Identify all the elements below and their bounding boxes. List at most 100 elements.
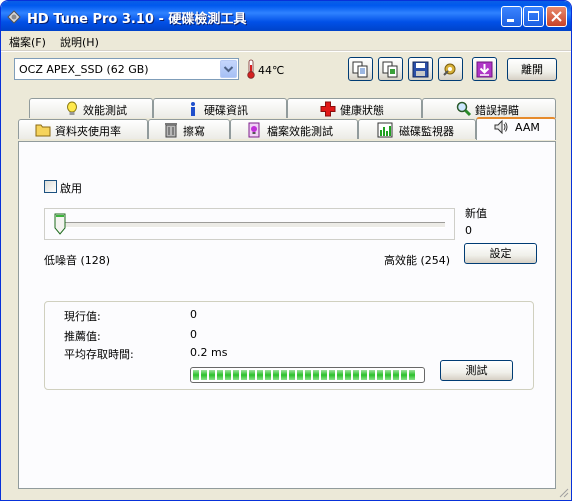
title-bar[interactable]: HD Tune Pro 3.10 - 硬碟檢測工具 <box>1 1 571 31</box>
maximize-button[interactable] <box>523 6 544 27</box>
progress-segment <box>217 370 223 380</box>
tab-disk-monitor[interactable]: 磁碟監視器 <box>358 119 476 139</box>
progress-segment <box>313 370 319 380</box>
tab-file-benchmark[interactable]: 檔案效能測試 <box>230 119 358 139</box>
progress-segment <box>401 370 407 380</box>
access-time-label: 平均存取時間: <box>64 348 134 361</box>
tab-folder-usage[interactable]: 資料夾使用率 <box>18 119 148 139</box>
progress-segment <box>225 370 231 380</box>
chevron-down-icon <box>223 66 234 73</box>
progress-fill <box>193 370 422 380</box>
new-value-label: 新值 <box>465 207 487 220</box>
tab-aam[interactable]: AAM <box>476 117 556 140</box>
monitor-chart-icon <box>377 122 393 138</box>
set-button[interactable]: 設定 <box>464 243 537 264</box>
progress-segment <box>289 370 295 380</box>
tab-strip: 效能測試 硬碟資訊 健康狀態 錯誤掃瞄 資料夾使用率 擦寫 檔案效能測試 磁碟監… <box>18 98 556 142</box>
enable-label: 啟用 <box>60 182 82 195</box>
save-button[interactable] <box>408 57 433 81</box>
drive-select[interactable]: OCZ APEX_SSD (62 GB) <box>14 58 239 80</box>
speaker-icon <box>494 119 508 135</box>
exit-button[interactable]: 離開 <box>507 58 557 81</box>
tab-benchmark[interactable]: 效能測試 <box>29 98 153 118</box>
progress-segment <box>361 370 367 380</box>
copy-all-button[interactable] <box>378 57 403 81</box>
progress-segment <box>353 370 359 380</box>
thermometer-icon <box>247 59 255 79</box>
slider-track <box>55 222 445 228</box>
copy-button[interactable] <box>348 57 373 81</box>
download-button[interactable] <box>472 57 497 81</box>
progress-segment <box>257 370 263 380</box>
menu-bar: 檔案(F) 說明(H) <box>1 31 571 51</box>
progress-segment <box>393 370 399 380</box>
lightbulb-icon <box>67 101 77 115</box>
tab-error-scan-label: 錯誤掃瞄 <box>475 104 519 117</box>
menu-file[interactable]: 檔案(F) <box>9 34 46 50</box>
app-icon <box>7 10 21 24</box>
progress-segment <box>265 370 271 380</box>
file-benchmark-icon <box>248 122 260 138</box>
current-value: 0 <box>190 308 197 321</box>
tab-info-label: 硬碟資訊 <box>204 104 248 117</box>
progress-segment <box>273 370 279 380</box>
progress-segment <box>233 370 239 380</box>
health-cross-icon <box>320 101 336 117</box>
progress-segment <box>321 370 327 380</box>
menu-help[interactable]: 說明(H) <box>60 34 99 50</box>
recommended-value: 0 <box>190 328 197 341</box>
test-progress-bar <box>190 367 425 383</box>
tab-error-scan[interactable]: 錯誤掃瞄 <box>422 98 556 118</box>
high-performance-label: 高效能 (254) <box>384 254 451 267</box>
progress-segment <box>297 370 303 380</box>
progress-segment <box>305 370 311 380</box>
resize-grip-icon[interactable] <box>557 486 569 498</box>
tab-benchmark-label: 效能測試 <box>83 104 127 117</box>
menu-divider <box>1 51 571 52</box>
enable-checkbox[interactable] <box>44 180 57 193</box>
close-button[interactable] <box>546 6 567 27</box>
minimize-icon <box>507 19 514 22</box>
progress-segment <box>281 370 287 380</box>
dropdown-button[interactable] <box>220 60 237 78</box>
tab-info[interactable]: 硬碟資訊 <box>153 98 287 118</box>
copy-all-icon <box>382 61 398 78</box>
floppy-save-icon <box>412 61 429 78</box>
tab-health-label: 健康狀態 <box>340 104 384 117</box>
progress-segment <box>385 370 391 380</box>
progress-segment <box>241 370 247 380</box>
progress-segment <box>345 370 351 380</box>
progress-segment <box>369 370 375 380</box>
slider-thumb[interactable] <box>54 213 66 235</box>
progress-segment <box>329 370 335 380</box>
maximize-icon <box>528 11 539 21</box>
tab-erase-label: 擦寫 <box>183 125 205 138</box>
progress-segment <box>249 370 255 380</box>
recommended-value-label: 推薦值: <box>64 330 101 343</box>
test-button[interactable]: 測試 <box>440 360 513 381</box>
tab-health[interactable]: 健康狀態 <box>287 98 422 118</box>
tab-erase[interactable]: 擦寫 <box>148 119 230 139</box>
tab-aam-label: AAM <box>515 121 540 134</box>
magnifier-icon <box>456 101 472 117</box>
minimize-button[interactable] <box>501 6 522 27</box>
new-value: 0 <box>465 224 472 237</box>
options-button[interactable] <box>438 57 463 81</box>
aam-slider[interactable] <box>44 208 455 240</box>
current-value-label: 現行值: <box>64 310 101 323</box>
download-arrow-icon <box>476 61 493 78</box>
drive-select-value: OCZ APEX_SSD (62 GB) <box>19 63 149 76</box>
tools-icon <box>443 63 456 76</box>
app-window: HD Tune Pro 3.10 - 硬碟檢測工具 檔案(F) 說明(H) OC… <box>0 0 572 501</box>
progress-segment <box>377 370 383 380</box>
copy-icon <box>352 61 368 78</box>
close-icon <box>551 11 562 22</box>
info-icon <box>191 102 195 116</box>
progress-segment <box>337 370 343 380</box>
low-noise-label: 低噪音 (128) <box>44 254 111 267</box>
access-time-value: 0.2 ms <box>190 346 228 359</box>
temperature-value: 44℃ <box>258 64 285 77</box>
progress-segment <box>193 370 199 380</box>
progress-segment <box>209 370 215 380</box>
window-title: HD Tune Pro 3.10 - 硬碟檢測工具 <box>27 12 247 27</box>
